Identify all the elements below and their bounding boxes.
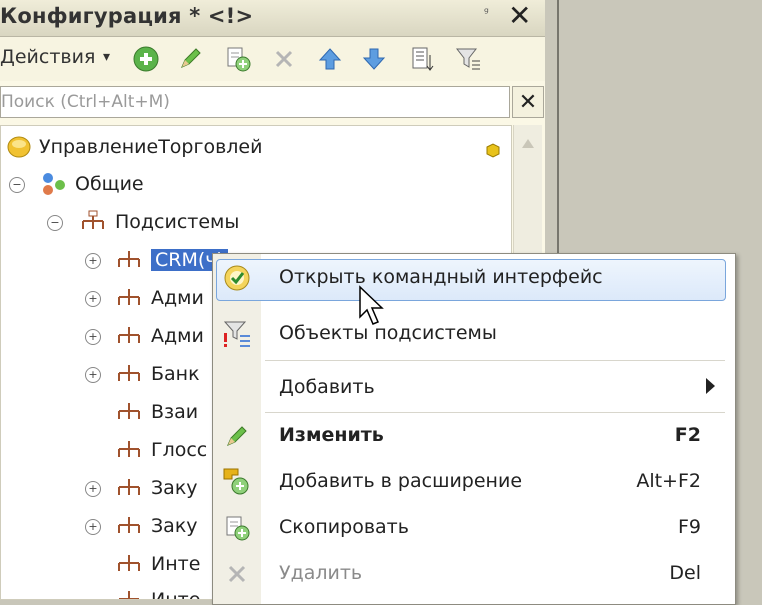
- menu-item-shortcut: Alt+F2: [636, 470, 701, 492]
- menu-item-add-to-extension[interactable]: Добавить в расширение Alt+F2: [213, 460, 733, 504]
- collapse-icon[interactable]: −: [9, 177, 25, 193]
- menu-item-open-command-interface[interactable]: Открыть командный интерфейс: [213, 256, 733, 301]
- subsystem-icon: [118, 327, 140, 343]
- window-title: Конфигурация * <!>: [0, 4, 254, 28]
- copy-icon: [221, 512, 253, 544]
- toolbar: Действия ▾: [0, 37, 545, 81]
- open-interface-icon: [221, 262, 253, 294]
- menu-item-delete[interactable]: Удалить Del: [213, 552, 733, 596]
- subsystem-icon: [118, 441, 140, 457]
- subsystem-icon: [82, 210, 104, 229]
- subsystem-icon: [118, 555, 140, 571]
- add-copy-icon[interactable]: [222, 43, 254, 75]
- collapse-icon[interactable]: −: [47, 215, 63, 231]
- subsystem-icon: [118, 479, 140, 495]
- menu-item-subsystem-objects[interactable]: Объекты подсистемы: [213, 312, 733, 356]
- subsystem-icon: [118, 251, 140, 267]
- actions-menu-button[interactable]: Действия: [0, 46, 95, 68]
- expand-icon[interactable]: +: [85, 367, 101, 383]
- expand-icon[interactable]: +: [85, 519, 101, 535]
- clear-search-button[interactable]: ✕: [512, 86, 544, 118]
- tree-node-subsystem[interactable]: CRM(ч): [115, 242, 228, 278]
- tree-node-label: Адми: [151, 325, 204, 347]
- tree-node-label: Подсистемы: [115, 211, 240, 233]
- search-input[interactable]: [1, 87, 503, 117]
- tree-node-subsystem[interactable]: Инте: [115, 582, 201, 600]
- menu-item-label: Открыть командный интерфейс: [279, 266, 603, 288]
- edit-icon[interactable]: [174, 43, 206, 75]
- move-up-icon[interactable]: [314, 43, 346, 75]
- tree-node-label: Заку: [151, 477, 198, 499]
- menu-item-shortcut: F2: [674, 424, 701, 446]
- mouse-cursor-icon: [359, 285, 384, 325]
- menu-item-shortcut: Del: [669, 562, 701, 584]
- tree-node-label: Адми: [151, 287, 204, 309]
- tree-node-subsystem[interactable]: Заку: [115, 508, 198, 544]
- tree-node-label: Инте: [151, 589, 201, 600]
- subsystem-icon: [118, 365, 140, 381]
- subsystem-icon: [118, 517, 140, 533]
- delete-icon: [221, 558, 253, 590]
- tree-node-subsystem[interactable]: Заку: [115, 470, 198, 506]
- subsystem-icon: [118, 289, 140, 305]
- delete-icon[interactable]: [268, 43, 300, 75]
- tree-node-label: Инте: [151, 553, 201, 575]
- tree-node-label: Взаи: [151, 401, 199, 423]
- tree-node-subsystem[interactable]: Инте: [115, 546, 200, 582]
- tree-node-root[interactable]: УправлениеТорговлей: [7, 129, 262, 165]
- tree-node-label: Заку: [151, 515, 198, 537]
- menu-item-shortcut: F9: [677, 516, 701, 538]
- expand-icon[interactable]: +: [85, 253, 101, 269]
- move-down-icon[interactable]: [358, 43, 390, 75]
- tree-node-label: УправлениеТорговлей: [39, 136, 263, 158]
- pin-icon[interactable]: ᵍ: [484, 5, 489, 19]
- subsystem-icon: [118, 591, 140, 599]
- edit-icon: [221, 420, 253, 452]
- expand-icon[interactable]: +: [85, 329, 101, 345]
- tree-node-subsystems[interactable]: Подсистемы: [79, 204, 239, 240]
- tree-node-subsystem[interactable]: Адми: [115, 318, 204, 354]
- tree-node-subsystem[interactable]: Взаи: [115, 394, 198, 430]
- menu-separator: [265, 360, 725, 361]
- tree-node-subsystem[interactable]: Глосс: [115, 432, 207, 468]
- menu-item-edit[interactable]: Изменить F2: [213, 414, 733, 458]
- close-icon[interactable]: ✕: [508, 0, 531, 32]
- menu-item-label: Удалить: [279, 562, 363, 584]
- menu-item-label: Добавить в расширение: [279, 470, 523, 492]
- tree-node-label: Глосс: [151, 439, 208, 461]
- tree-node-label: Общие: [75, 173, 144, 195]
- add-extension-icon: [221, 466, 253, 498]
- chevron-down-icon[interactable]: ▾: [103, 49, 110, 65]
- subsystem-icon: [118, 403, 140, 419]
- menu-item-copy[interactable]: Скопировать F9: [213, 506, 733, 550]
- tree-node-common[interactable]: Общие: [41, 166, 144, 202]
- menu-item-add[interactable]: Добавить: [213, 366, 733, 410]
- configuration-icon: [7, 136, 31, 158]
- scroll-up-icon[interactable]: [521, 137, 535, 149]
- expand-icon[interactable]: +: [85, 481, 101, 497]
- filter-icon[interactable]: [452, 43, 484, 75]
- search-field: [0, 86, 510, 118]
- expand-icon[interactable]: +: [85, 291, 101, 307]
- package-icon: [486, 143, 500, 158]
- filter-objects-icon: [221, 318, 253, 350]
- menu-item-label: Изменить: [279, 424, 384, 446]
- title-bar: Конфигурация * <!> ᵍ ✕: [0, 0, 545, 37]
- context-menu: Открыть командный интерфейс Объекты подс…: [212, 253, 736, 605]
- menu-item-label: Скопировать: [279, 516, 409, 538]
- tree-node-subsystem[interactable]: Банк: [115, 356, 200, 392]
- sort-icon[interactable]: [406, 43, 438, 75]
- menu-item-label: Добавить: [279, 376, 375, 398]
- common-icon: [43, 173, 65, 195]
- tree-node-subsystem[interactable]: Адми: [115, 280, 204, 316]
- menu-separator: [265, 412, 725, 413]
- tree-node-label: Банк: [151, 363, 200, 385]
- add-icon[interactable]: [130, 43, 162, 75]
- submenu-arrow-icon: [706, 378, 715, 394]
